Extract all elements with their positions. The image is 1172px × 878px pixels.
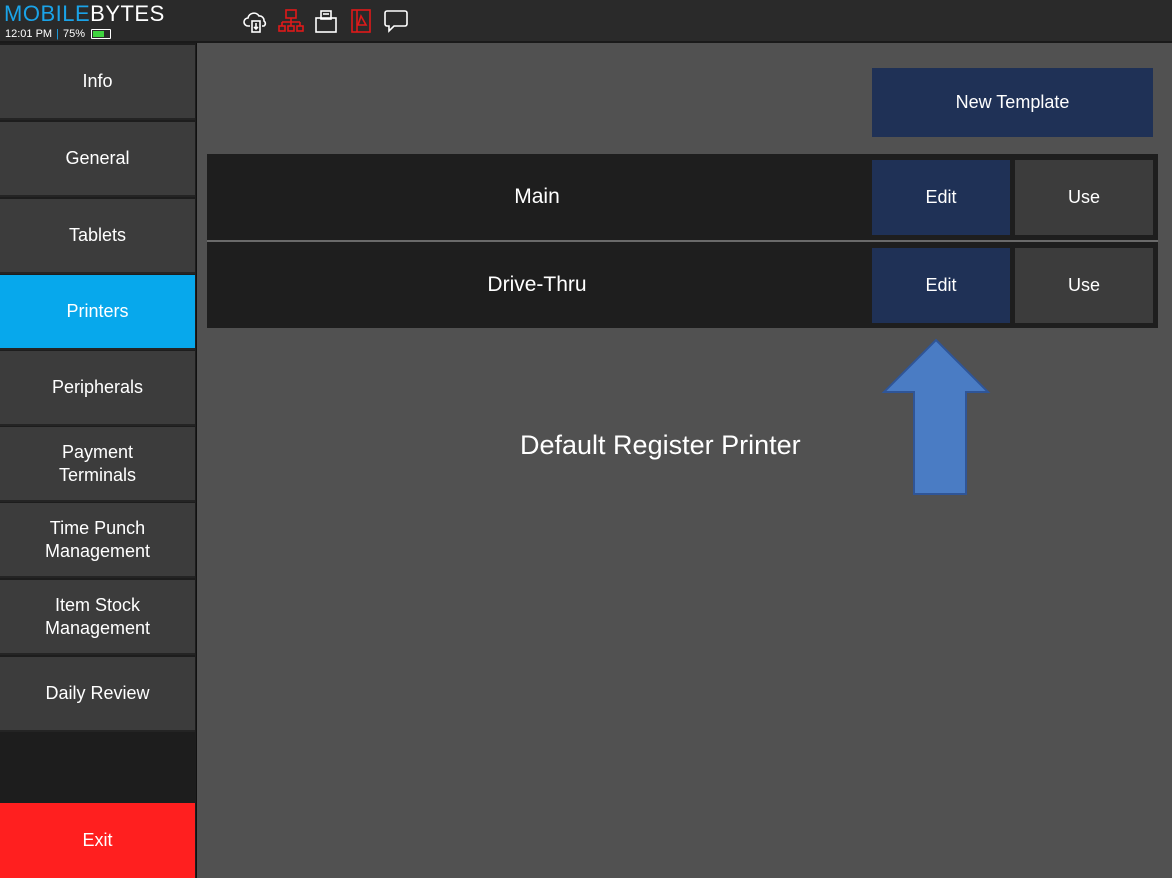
exit-button[interactable]: Exit bbox=[0, 803, 195, 878]
new-template-button[interactable]: New Template bbox=[872, 68, 1153, 137]
sidebar-item-time-punch-management[interactable]: Time Punch Management bbox=[0, 503, 195, 578]
network-icon[interactable] bbox=[278, 7, 304, 35]
use-label: Use bbox=[1067, 187, 1100, 207]
logo-mobile-text: MOBILE bbox=[4, 1, 91, 26]
sidebar-item-info[interactable]: Info bbox=[0, 45, 195, 120]
template-name: Drive-Thru bbox=[487, 273, 587, 296]
document-alert-icon[interactable] bbox=[348, 7, 374, 35]
use-label: Use bbox=[1067, 275, 1100, 295]
use-main-button[interactable]: Use bbox=[1015, 160, 1153, 235]
annotation-label: Default Register Printer bbox=[520, 430, 801, 460]
sidebar-item-label: Daily Review bbox=[45, 683, 150, 704]
use-drive-thru-button[interactable]: Use bbox=[1015, 248, 1153, 323]
sidebar: Info General Tablets Printers Peripheral… bbox=[0, 43, 197, 878]
status-icons bbox=[243, 7, 409, 35]
new-template-label: New Template bbox=[955, 92, 1070, 112]
sidebar-item-label: General bbox=[65, 148, 130, 169]
template-name: Main bbox=[514, 185, 560, 208]
chat-icon[interactable] bbox=[383, 7, 409, 35]
sidebar-item-label: Printers bbox=[66, 301, 129, 322]
sidebar-item-general[interactable]: General bbox=[0, 122, 195, 197]
up-arrow-annotation bbox=[881, 338, 991, 495]
template-row-drive-thru: Drive-Thru Edit Use bbox=[207, 242, 1158, 328]
app-logo: MOBILEBYTES bbox=[4, 3, 165, 25]
template-list: Main Edit Use Drive-Thru Edit Use bbox=[207, 154, 1158, 328]
printer-icon[interactable] bbox=[313, 7, 339, 35]
sidebar-item-tablets[interactable]: Tablets bbox=[0, 199, 195, 274]
battery-fill bbox=[92, 31, 105, 37]
sidebar-item-peripherals[interactable]: Peripherals bbox=[0, 351, 195, 426]
sidebar-item-label: Payment Terminals bbox=[58, 442, 137, 485]
clock-time: 12:01 PM bbox=[5, 28, 53, 40]
edit-main-button[interactable]: Edit bbox=[872, 160, 1010, 235]
sidebar-item-daily-review[interactable]: Daily Review bbox=[0, 657, 195, 732]
sidebar-item-label: Item Stock Management bbox=[44, 595, 151, 638]
sidebar-item-payment-terminals[interactable]: Payment Terminals bbox=[0, 427, 195, 502]
battery-percent: 75% bbox=[62, 28, 85, 40]
logo-bytes-text: BYTES bbox=[90, 1, 165, 26]
cloud-sync-icon[interactable] bbox=[243, 7, 269, 35]
exit-label: Exit bbox=[82, 830, 113, 850]
battery-icon bbox=[90, 29, 111, 39]
status-bar: 12:01 PM | 75% bbox=[5, 28, 111, 40]
sidebar-item-item-stock-management[interactable]: Item Stock Management bbox=[0, 580, 195, 655]
edit-label: Edit bbox=[925, 187, 957, 207]
edit-label: Edit bbox=[925, 275, 957, 295]
sidebar-item-label: Info bbox=[82, 71, 113, 92]
edit-drive-thru-button[interactable]: Edit bbox=[872, 248, 1010, 323]
template-row-main: Main Edit Use bbox=[207, 154, 1158, 242]
status-separator: | bbox=[56, 28, 59, 40]
sidebar-item-label: Tablets bbox=[68, 225, 127, 246]
sidebar-item-label: Peripherals bbox=[51, 377, 144, 398]
top-bar: MOBILEBYTES 12:01 PM | 75% bbox=[0, 0, 1172, 43]
sidebar-item-label: Time Punch Management bbox=[44, 518, 151, 561]
sidebar-item-printers[interactable]: Printers bbox=[0, 275, 195, 350]
